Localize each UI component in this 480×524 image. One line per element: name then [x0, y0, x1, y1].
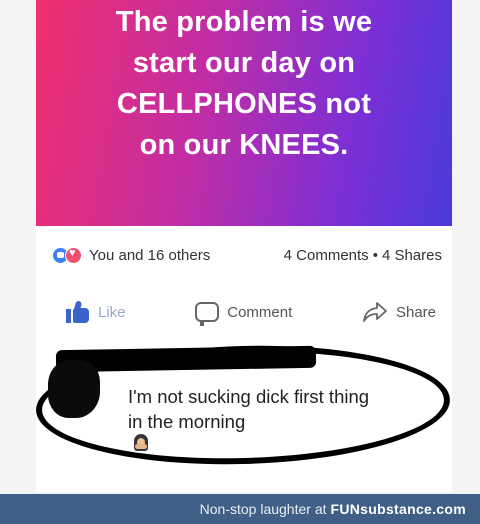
post-banner: The problem is we start our day on CELLP…	[36, 0, 452, 226]
shares-count-link[interactable]: 4 Shares	[382, 247, 442, 264]
facepalm-emoji-icon	[134, 434, 148, 451]
share-arrow-icon	[363, 302, 387, 322]
share-button[interactable]: Share	[362, 301, 436, 323]
love-reaction-icon	[65, 246, 82, 264]
redacted-avatar	[48, 360, 100, 418]
comment-section: I'm not sucking dick first thing in the …	[34, 340, 452, 492]
comment-line: in the morning	[128, 409, 428, 451]
thumbs-up-icon	[66, 300, 90, 323]
reaction-count[interactable]: You and 16 others	[89, 247, 210, 264]
like-label: Like	[98, 303, 126, 321]
reactions-bar: You and 16 others 4 Comments • 4 Shares	[52, 244, 442, 266]
stats-separator: •	[372, 246, 378, 264]
post-stats: 4 Comments • 4 Shares	[284, 247, 442, 264]
banner-line: on our KNEES.	[139, 129, 349, 161]
facebook-post: The problem is we start our day on CELLP…	[34, 0, 452, 492]
comment-text: I'm not sucking dick first thing in the …	[128, 384, 428, 451]
comment-button[interactable]: Comment	[195, 302, 293, 326]
like-button[interactable]: Like	[66, 300, 126, 323]
comment-line: I'm not sucking dick first thing	[128, 386, 370, 407]
banner-line: CELLPHONES not	[116, 88, 372, 120]
action-bar: Like Comment Share	[66, 296, 436, 328]
share-label: Share	[395, 303, 436, 321]
comment-label: Comment	[227, 303, 293, 321]
comments-count-link[interactable]: 4 Comments	[284, 247, 369, 264]
footer-brand[interactable]: FUNsubstance.com	[331, 501, 467, 517]
banner-line: start our day on	[132, 47, 356, 79]
banner-line: The problem is we	[115, 6, 373, 38]
watermark-footer: Non-stop laughter at FUNsubstance.com	[0, 494, 480, 524]
comment-bubble-icon	[195, 302, 220, 326]
banner-text: The problem is we start our day on CELLP…	[44, 2, 444, 166]
reaction-icons[interactable]	[52, 246, 82, 264]
footer-caption: Non-stop laughter at	[199, 501, 327, 517]
